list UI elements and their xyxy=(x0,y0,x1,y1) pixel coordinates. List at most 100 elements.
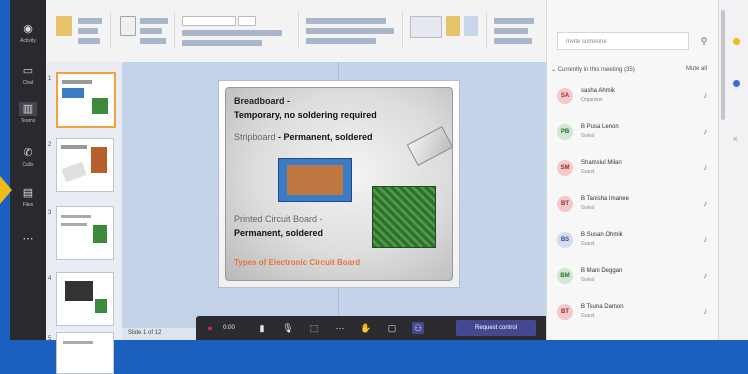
ribbon-group-slides xyxy=(114,12,175,48)
ribbon-group-editing xyxy=(490,12,542,48)
more-actions-icon[interactable]: ⋯ xyxy=(334,322,346,334)
invite-input[interactable]: Invite someone xyxy=(557,32,689,50)
avatar: BT xyxy=(557,304,573,320)
participant-name: B Pusa Lenon xyxy=(581,124,619,130)
participant-row[interactable]: BS B Susan Ohmik Guest ♪ xyxy=(557,228,711,254)
slide-thumbnail-pane: 1 2 3 4 5 xyxy=(46,62,123,374)
stripboard-image xyxy=(278,158,352,202)
thumb-number: 2 xyxy=(48,142,52,148)
participant-row[interactable]: BT B Tanisha Imanee Guest ♪ xyxy=(557,192,711,218)
participant-role: Guest xyxy=(581,277,595,283)
app-rail: ◉ Activity ▭ Chat ▥ Teams ✆ Calls ▤ File… xyxy=(10,0,46,340)
mic-off-icon: ♪ xyxy=(703,163,707,172)
files-icon[interactable]: ▤ xyxy=(19,186,37,200)
mic-off-icon: ♪ xyxy=(703,235,707,244)
raise-hand-icon[interactable]: ✋ xyxy=(360,322,372,334)
rail-label-activity: Activity xyxy=(20,38,36,44)
panel-scrollbar[interactable]: « xyxy=(718,0,748,340)
ribbon-group-font xyxy=(178,12,299,48)
ribbon-group-drawing xyxy=(406,12,487,48)
collapse-icon[interactable]: « xyxy=(733,134,737,143)
scrollbar-thumb[interactable] xyxy=(721,10,725,120)
slide-count: Slide 1 of 12 xyxy=(128,330,162,336)
slide-thumbnail[interactable] xyxy=(56,272,114,326)
participant-name: B Mani Deggan xyxy=(581,268,623,274)
slide-text-breadboard-desc: Temporary, no soldering required xyxy=(234,110,377,120)
slide-text-pcb: Printed Circuit Board - xyxy=(234,214,323,224)
mic-off-icon: ♪ xyxy=(703,271,707,280)
avatar: SA xyxy=(557,88,573,104)
meeting-timer: 0:00 xyxy=(223,325,235,331)
rail-label-files: Files xyxy=(22,202,34,208)
meeting-control-bar: ● 0:00 ▮ 🎙 ⬚ ⋯ ✋ ▢ ⚇ Request control ☎ xyxy=(196,316,576,340)
bell-icon[interactable]: ◉ xyxy=(19,22,37,36)
slide-thumbnail[interactable] xyxy=(56,72,116,128)
avatar: PB xyxy=(557,124,573,140)
paste-icon[interactable] xyxy=(56,16,72,36)
participant-name: Shamsiul Milan xyxy=(581,160,622,166)
participants-icon[interactable]: ⚇ xyxy=(412,322,424,334)
teams-icon[interactable]: ▥ xyxy=(19,102,37,116)
slide-thumbnail[interactable] xyxy=(56,332,114,374)
avatar: BT xyxy=(557,196,573,212)
mic-icon[interactable]: 🎙 xyxy=(282,322,294,334)
camera-icon[interactable]: ▮ xyxy=(256,322,268,334)
participant-role: Guest xyxy=(581,205,595,211)
font-name-box[interactable] xyxy=(182,16,236,26)
participant-role: Guest xyxy=(581,169,595,175)
request-control-button[interactable]: Request control xyxy=(456,320,536,336)
avatar: BS xyxy=(557,232,573,248)
status-dot xyxy=(733,80,740,87)
rail-label-calls: Calls xyxy=(22,162,34,168)
slide-content: Breadboard - Temporary, no soldering req… xyxy=(225,87,454,281)
participant-role: Guest xyxy=(581,313,595,319)
chat-toggle-icon[interactable]: ▢ xyxy=(386,322,398,334)
status-dot xyxy=(733,38,740,45)
thumb-number: 3 xyxy=(48,210,52,216)
ribbon-group-paragraph xyxy=(302,12,403,48)
rail-label-chat: Chat xyxy=(22,80,34,86)
quick-styles-icon[interactable] xyxy=(464,16,478,36)
avatar: SM xyxy=(557,160,573,176)
participant-row[interactable]: BT B Tsuna Damon Guest ♪ xyxy=(557,300,711,326)
mute-all-button[interactable]: Mute all xyxy=(686,66,707,72)
record-icon[interactable]: ● xyxy=(204,322,216,334)
breadboard-image xyxy=(406,126,454,166)
participant-name: sasha Ahmik xyxy=(581,88,616,94)
slide-text-breadboard: Breadboard - xyxy=(234,96,291,106)
pcb-image xyxy=(372,186,436,248)
avatar: BM xyxy=(557,268,573,284)
participant-row[interactable]: PB B Pusa Lenon Guest ♪ xyxy=(557,120,711,146)
slide-footer-title: Types of Electronic Circuit Board xyxy=(234,258,361,267)
current-slide[interactable]: Breadboard - Temporary, no soldering req… xyxy=(218,80,460,288)
share-indicator-arrow xyxy=(0,176,12,204)
participant-role: Guest xyxy=(581,241,595,247)
participant-row[interactable]: BM B Mani Deggan Guest ♪ xyxy=(557,264,711,290)
new-slide-icon[interactable] xyxy=(120,16,136,36)
chevron-down-icon: ⌄ xyxy=(551,67,557,73)
slide-text-pcb-desc: Permanent, soldered xyxy=(234,228,324,238)
participant-row[interactable]: SA sasha Ahmik Organizer ♪ xyxy=(557,84,711,110)
font-size-box[interactable] xyxy=(238,16,256,26)
participant-row[interactable]: SM Shamsiul Milan Guest ♪ xyxy=(557,156,711,182)
shapes-gallery[interactable] xyxy=(410,16,442,38)
mic-off-icon: ♪ xyxy=(703,91,707,100)
section-header[interactable]: ⌄ Currently in this meeting (35) xyxy=(551,66,635,73)
participant-name: B Susan Ohmik xyxy=(581,232,623,238)
ppt-ribbon xyxy=(46,0,546,63)
thumb-number: 4 xyxy=(48,276,52,282)
slide-thumbnail[interactable] xyxy=(56,206,114,260)
participant-role: Guest xyxy=(581,133,595,139)
chat-icon[interactable]: ▭ xyxy=(19,64,37,78)
share-screen-icon[interactable]: ⬚ xyxy=(308,322,320,334)
participant-name: B Tanisha Imanee xyxy=(581,196,629,202)
participant-name: B Tsuna Damon xyxy=(581,304,624,310)
arrange-icon[interactable] xyxy=(446,16,460,36)
thumb-number: 5 xyxy=(48,336,52,342)
slide-thumbnail[interactable] xyxy=(56,138,114,192)
mic-off-icon: ♪ xyxy=(703,199,707,208)
phone-icon[interactable]: ✆ xyxy=(19,146,37,160)
add-person-icon[interactable]: ⚲ xyxy=(697,34,711,48)
thumb-number: 1 xyxy=(48,76,52,82)
more-icon[interactable]: ⋯ xyxy=(19,232,37,246)
